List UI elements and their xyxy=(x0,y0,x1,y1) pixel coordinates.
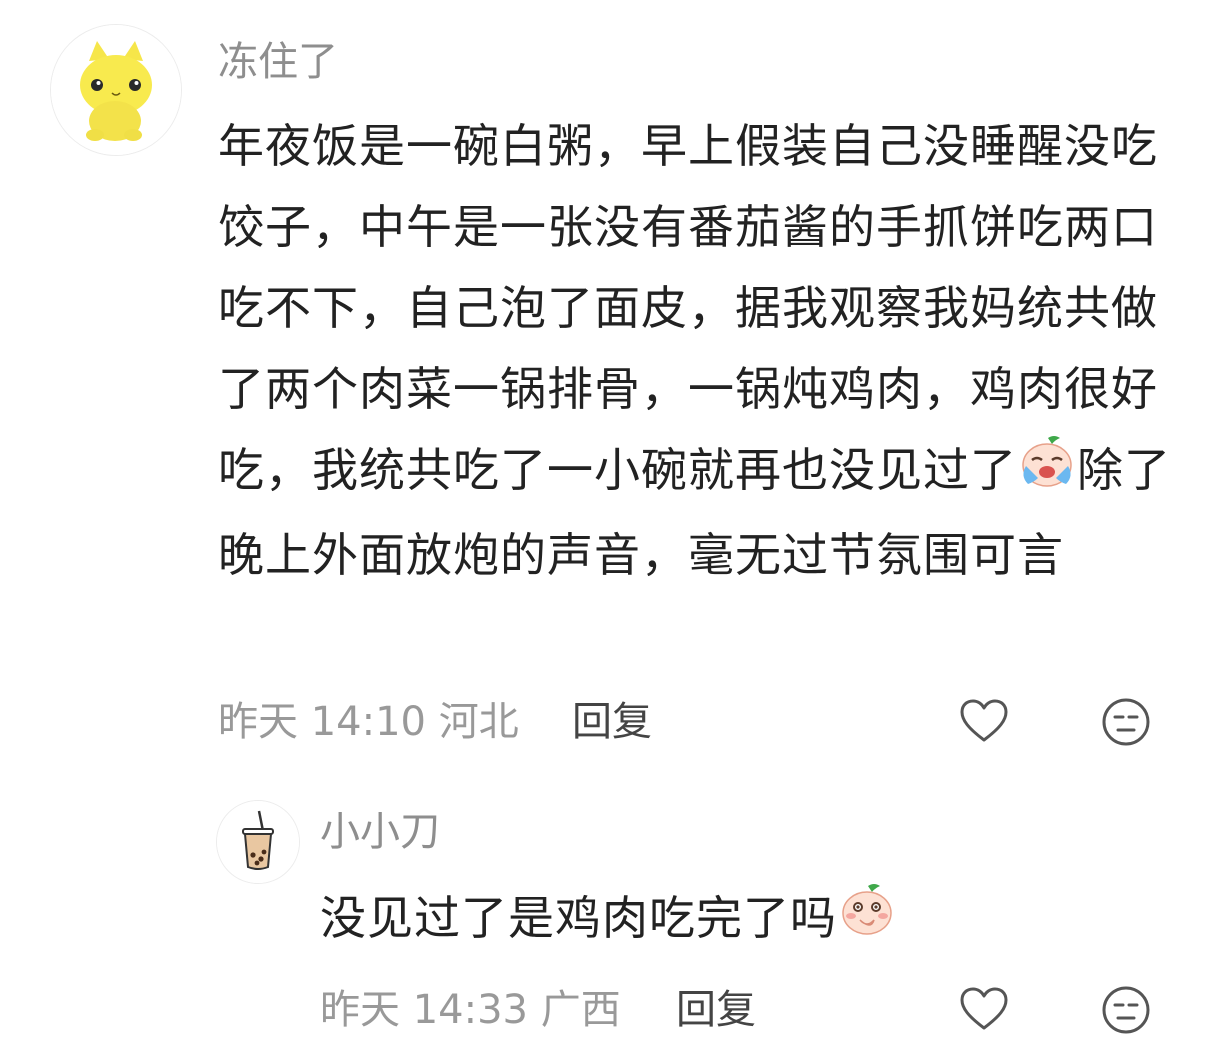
bubble-tea-avatar-icon xyxy=(217,801,299,883)
reply-text: 没见过了是鸡肉吃完了吗 xyxy=(320,878,1180,963)
username[interactable]: 冻住了 xyxy=(218,42,338,82)
reply-text-content: 没见过了是鸡肉吃完了吗 xyxy=(320,891,837,945)
meh-face-icon xyxy=(1102,698,1150,746)
comment-meta: 昨天 14:10 河北 xyxy=(218,702,519,742)
reply-time: 昨天 14:33 xyxy=(320,987,528,1033)
yellow-cat-avatar-icon xyxy=(51,25,181,155)
reply-location: 广西 xyxy=(540,987,621,1033)
dislike-button[interactable] xyxy=(1100,696,1152,748)
heart-icon xyxy=(960,699,1008,742)
username[interactable]: 小小刀 xyxy=(320,812,440,852)
heart-icon xyxy=(960,987,1008,1030)
like-button[interactable] xyxy=(958,696,1010,748)
comment-location: 河北 xyxy=(438,699,519,745)
comment-time: 昨天 14:10 xyxy=(218,699,426,745)
reply-button[interactable]: 回复 xyxy=(572,702,652,742)
crying-peach-emoji-icon xyxy=(1018,432,1076,515)
meh-face-icon xyxy=(1102,986,1150,1034)
comment-text-part-1: 年夜饭是一碗白粥，早上假装自己没睡醒没吃饺子，中午是一张没有番茄酱的手抓饼吃两口… xyxy=(218,119,1158,497)
avatar[interactable] xyxy=(216,800,300,884)
reply-button[interactable]: 回复 xyxy=(676,990,756,1030)
comment-text: 年夜饭是一碗白粥，早上假装自己没睡醒没吃饺子，中午是一张没有番茄酱的手抓饼吃两口… xyxy=(218,106,1178,596)
reply-meta: 昨天 14:33 广西 xyxy=(320,990,621,1030)
shy-peach-emoji-icon xyxy=(838,880,896,963)
avatar[interactable] xyxy=(50,24,182,156)
dislike-button[interactable] xyxy=(1100,984,1152,1036)
like-button[interactable] xyxy=(958,984,1010,1036)
